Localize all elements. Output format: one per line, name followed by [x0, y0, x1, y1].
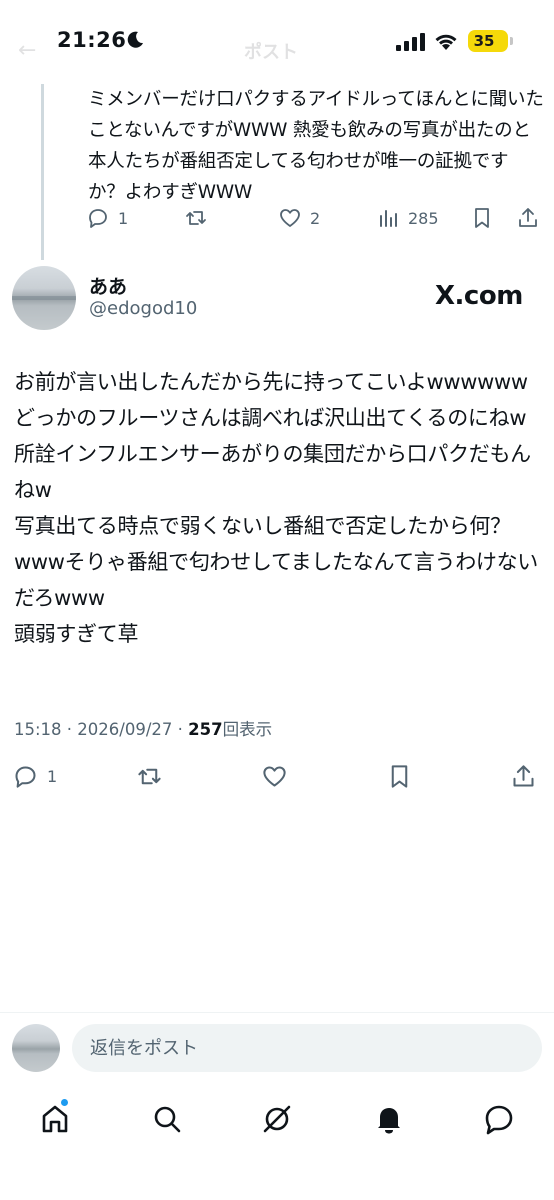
wifi-icon [435, 34, 457, 50]
heart-icon [263, 765, 286, 787]
like-count: 2 [310, 208, 321, 228]
view-count: 285 [408, 208, 439, 228]
nav-grok[interactable] [260, 1102, 294, 1136]
main-reply-button[interactable]: 1 [12, 758, 57, 794]
author-handle[interactable]: @edogod10 [89, 298, 197, 319]
nav-messages[interactable] [482, 1102, 516, 1136]
bookmark-button[interactable] [470, 200, 494, 236]
like-button[interactable]: 2 [278, 200, 320, 236]
xcom-watermark: X.com [435, 281, 523, 311]
bookmark-icon [475, 208, 489, 228]
share-button[interactable] [516, 200, 540, 236]
notification-dot [60, 1098, 69, 1107]
main-repost-button[interactable] [136, 758, 163, 794]
reply-avatar [12, 1024, 60, 1072]
parent-tweet-text: ミメンバーだけ口パクするアイドルってほんとに聞いたことないんですがWWW 熱愛も… [88, 89, 544, 203]
repost-button[interactable] [184, 200, 208, 236]
main-reply-count: 1 [47, 766, 58, 786]
main-tweet-actions: 1 [0, 758, 554, 794]
bookmark-icon [391, 764, 408, 788]
reply-icon [15, 765, 36, 788]
main-share-button[interactable] [510, 758, 537, 794]
main-like-button[interactable] [261, 758, 288, 794]
notifications-icon [378, 1108, 400, 1134]
reply-input[interactable] [72, 1024, 542, 1072]
grok-icon [263, 1105, 291, 1133]
bottom-nav [0, 1088, 554, 1148]
tweet-meta: 15:18 · 2026/09/27 · 257回表示 [14, 716, 272, 740]
reply-icon [89, 209, 107, 228]
nav-notifications[interactable] [372, 1102, 406, 1136]
cellular-signal-icon [396, 33, 425, 51]
header-title: ポスト [244, 42, 298, 63]
battery-level: 35 [473, 32, 495, 50]
home-icon [42, 1105, 68, 1133]
views-button[interactable]: 285 [376, 200, 439, 236]
thread-connector-line [41, 84, 44, 260]
parent-tweet-actions: 1 2 285 [86, 200, 546, 236]
search-icon [154, 1106, 181, 1133]
main-tweet-text: お前が言い出したんだから先に持ってこいよwwwwww どっかのフルーツさんは調べ… [14, 370, 538, 646]
moon-icon [127, 31, 143, 48]
tweet-view-label: 回表示 [222, 720, 273, 739]
author-avatar[interactable] [12, 266, 76, 330]
back-arrow-icon[interactable]: ← [18, 38, 36, 63]
tweet-timestamp: 15:18 · 2026/09/27 · [14, 720, 189, 739]
reply-divider [0, 1012, 554, 1013]
share-icon [513, 764, 534, 787]
analytics-icon [380, 210, 397, 227]
status-time: 21:26 [57, 28, 127, 52]
battery-cap [510, 37, 513, 45]
nav-home[interactable] [38, 1098, 72, 1136]
tweet-view-count: 257 [188, 720, 223, 739]
messages-icon [485, 1105, 513, 1135]
nav-search[interactable] [150, 1102, 184, 1136]
heart-icon [280, 209, 300, 227]
reply-button[interactable]: 1 [86, 200, 128, 236]
main-bookmark-button[interactable] [386, 758, 413, 794]
repost-icon [138, 768, 161, 784]
reply-count: 1 [118, 208, 129, 228]
repost-icon [186, 211, 206, 225]
author-name[interactable]: ああ [89, 272, 127, 299]
battery-indicator: 35 [468, 30, 508, 52]
share-icon [519, 208, 537, 227]
